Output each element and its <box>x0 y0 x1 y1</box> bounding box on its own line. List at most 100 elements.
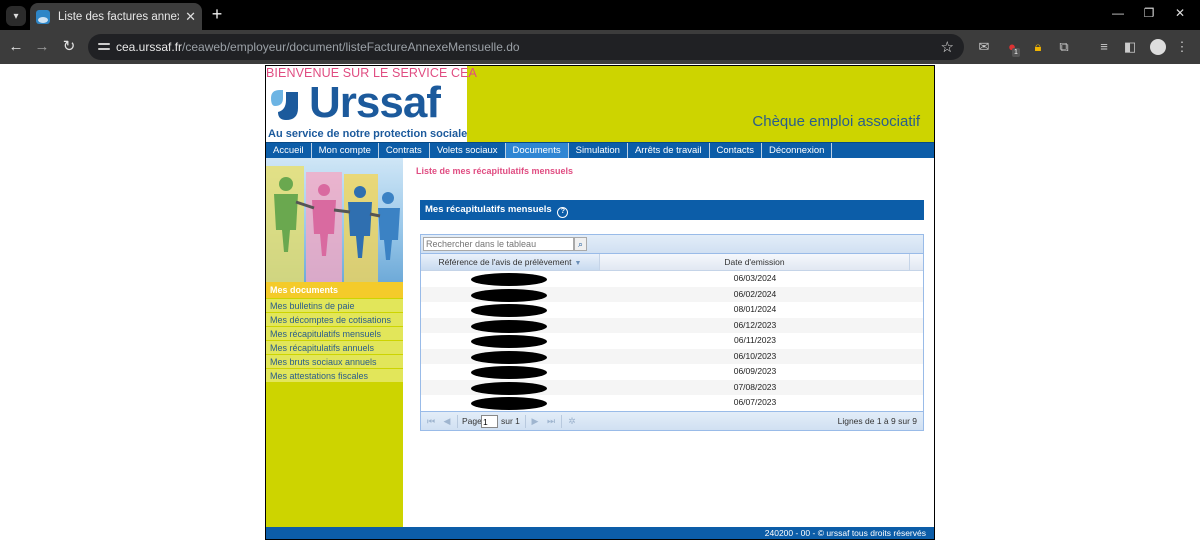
page-label: Page <box>462 416 482 426</box>
refresh-icon[interactable]: ✲ <box>566 415 578 427</box>
service-name: Chèque emploi associatif <box>752 113 920 130</box>
reference-cell-redacted <box>421 333 600 349</box>
page-title: Liste de mes récapitulatifs mensuels <box>416 166 574 176</box>
pager-separator <box>561 415 562 428</box>
date-cell: 07/08/2023 <box>733 381 777 392</box>
page-count-label: sur 1 <box>501 416 520 426</box>
new-tab-icon[interactable]: + <box>207 4 227 24</box>
people-illustration <box>266 158 403 282</box>
logo-area: BIENVENUE SUR LE SERVICE CEA Urssaf Au s… <box>266 66 477 142</box>
close-tab-icon[interactable]: ✕ <box>185 9 196 25</box>
browser-tab-bar: ▾ Liste des factures annexes men ✕ + — ❐… <box>0 0 1200 30</box>
table-row[interactable]: 06/07/2023 <box>421 395 923 411</box>
table-row[interactable]: 06/12/2023 <box>421 317 923 334</box>
column-header-date[interactable]: Date d'emission <box>600 254 910 270</box>
next-page-icon[interactable]: ▶ <box>529 415 541 427</box>
date-cell: 06/09/2023 <box>733 366 777 376</box>
sidebar-link-recapitulatifs-annuels[interactable]: Mes récapitulatifs annuels <box>266 341 403 355</box>
back-icon[interactable]: ← <box>6 38 26 56</box>
bookmark-star-icon[interactable]: ☆ <box>941 38 954 56</box>
first-page-icon[interactable]: ⏮ <box>425 415 437 427</box>
date-cell: 06/03/2024 <box>733 273 777 283</box>
browser-toolbar: ← → ↻ cea.urssaf.fr/ceaweb/employeur/doc… <box>0 30 1200 64</box>
last-page-icon[interactable]: ⏭ <box>545 415 557 427</box>
menu-item-documents[interactable]: Documents <box>505 143 569 158</box>
help-icon[interactable]: ? <box>557 207 569 218</box>
reference-cell-redacted <box>421 380 600 396</box>
table-row[interactable]: 08/01/2024 <box>421 302 923 318</box>
urssaf-favicon-icon <box>36 9 50 24</box>
shield-extension-icon[interactable]: ● 1 <box>1004 39 1020 57</box>
reference-cell-redacted <box>421 395 600 411</box>
table-pager: ⏮ ◀ Page sur 1 ▶ ⏭ ✲ Lignes de 1 à 9 sur… <box>421 411 923 430</box>
restore-icon[interactable]: ❐ <box>1139 6 1159 20</box>
table-row[interactable]: 06/09/2023 <box>421 364 923 380</box>
date-cell: 06/11/2023 <box>734 335 776 345</box>
sidebar-link-recapitulatifs-mensuels[interactable]: Mes récapitulatifs mensuels <box>266 327 403 341</box>
sidebar: Mes documents Mes bulletins de paie Mes … <box>266 158 403 527</box>
column-header-filler <box>910 254 923 270</box>
table-row[interactable]: 06/03/2024 <box>421 271 923 287</box>
menu-item-simulation[interactable]: Simulation <box>569 143 628 158</box>
reference-cell-redacted <box>421 287 600 303</box>
date-cell: 06/02/2024 <box>733 288 777 299</box>
sidebar-links: Mes bulletins de paie Mes décomptes de c… <box>266 299 403 383</box>
main-menu: Accueil Mon compte Contrats Volets socia… <box>266 142 934 158</box>
main-content: Liste de mes récapitulatifs mensuels Mes… <box>403 158 934 527</box>
sidebar-link-decomptes-cotisations[interactable]: Mes décomptes de cotisations <box>266 313 403 327</box>
media-controls-icon[interactable]: ≡ <box>1096 39 1112 55</box>
sidebar-link-bruts-sociaux-annuels[interactable]: Mes bruts sociaux annuels <box>266 355 403 369</box>
forward-icon[interactable]: → <box>32 38 52 56</box>
table-row[interactable]: 06/02/2024 <box>421 286 923 303</box>
urssaf-page: BIENVENUE SUR LE SERVICE CEA Urssaf Au s… <box>265 65 935 540</box>
browser-menu-icon[interactable]: ⋮ <box>1174 39 1190 55</box>
menu-item-contrats[interactable]: Contrats <box>379 143 430 158</box>
sidebar-link-bulletins-de-paie[interactable]: Mes bulletins de paie <box>266 299 403 313</box>
mail-extension-icon[interactable]: ✉ <box>976 39 992 55</box>
reference-cell-redacted <box>421 271 600 287</box>
recap-table: ⌕ Référence de l'avis de prélèvement▼ Da… <box>420 234 924 431</box>
column-header-reference[interactable]: Référence de l'avis de prélèvement ▼ <box>421 254 600 270</box>
table-row[interactable]: 07/08/2023 <box>421 379 923 396</box>
date-cell: 06/12/2023 <box>733 319 777 330</box>
urssaf-logo-icon <box>271 90 298 120</box>
pager-info: Lignes de 1 à 9 sur 9 <box>837 416 917 426</box>
page-number-input[interactable] <box>481 415 498 428</box>
menu-item-mon-compte[interactable]: Mon compte <box>312 143 379 158</box>
site-info-icon[interactable] <box>97 40 111 54</box>
profile-avatar[interactable] <box>1150 39 1166 55</box>
pager-separator <box>525 415 526 428</box>
extensions-puzzle-icon[interactable]: ⧉ <box>1056 39 1072 55</box>
previous-page-icon[interactable]: ◀ <box>441 415 453 427</box>
table-search-bar: ⌕ <box>421 235 923 254</box>
tab-search-icon[interactable]: ▾ <box>6 6 26 26</box>
date-cell: 06/07/2023 <box>733 397 777 407</box>
reference-cell-redacted <box>421 302 600 318</box>
tab-title: Liste des factures annexes men <box>58 10 179 23</box>
reference-cell-redacted <box>421 318 600 334</box>
reload-icon[interactable]: ↻ <box>59 38 79 56</box>
menu-item-contacts[interactable]: Contacts <box>710 143 762 158</box>
pager-separator <box>457 415 458 428</box>
table-body: 06/03/2024 06/02/2024 08/01/2024 06/12/2… <box>421 271 923 411</box>
panel-header: Mes récapitulatifs mensuels ? <box>420 200 924 220</box>
logo-wordmark: Urssaf <box>309 78 441 127</box>
menu-item-arrets-de-travail[interactable]: Arrêts de travail <box>628 143 710 158</box>
minimize-icon[interactable]: — <box>1108 6 1128 20</box>
menu-item-accueil[interactable]: Accueil <box>266 143 312 158</box>
menu-item-volets-sociaux[interactable]: Volets sociaux <box>430 143 506 158</box>
table-row[interactable]: 06/11/2023 <box>421 333 923 349</box>
browser-tab[interactable]: Liste des factures annexes men ✕ <box>30 3 202 30</box>
table-search-input[interactable] <box>423 237 574 251</box>
menu-item-deconnexion[interactable]: Déconnexion <box>762 143 833 158</box>
sidebar-link-attestations-fiscales[interactable]: Mes attestations fiscales <box>266 369 403 383</box>
close-window-icon[interactable]: ✕ <box>1170 6 1190 20</box>
lock-extension-icon[interactable]: 🔒︎ <box>1030 39 1046 55</box>
logo-tagline: Au service de notre protection sociale <box>268 128 468 140</box>
table-row[interactable]: 06/10/2023 <box>421 348 923 364</box>
url-text: cea.urssaf.fr/ceaweb/employeur/document/… <box>116 40 520 54</box>
address-bar[interactable]: cea.urssaf.fr/ceaweb/employeur/document/… <box>88 34 964 60</box>
search-icon[interactable]: ⌕ <box>574 237 587 251</box>
sort-desc-icon: ▼ <box>574 260 582 267</box>
side-panel-icon[interactable]: ◧ <box>1122 39 1138 55</box>
